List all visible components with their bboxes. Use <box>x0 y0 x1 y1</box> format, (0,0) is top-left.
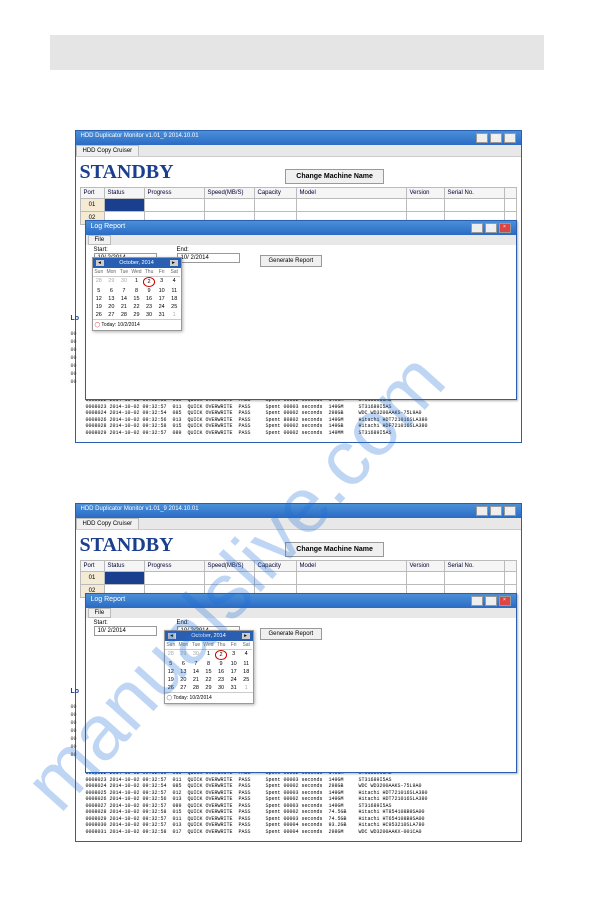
close-icon[interactable]: × <box>499 596 511 606</box>
standby-status: STANDBY <box>80 161 174 184</box>
col-model: Model <box>296 188 406 199</box>
minimize-icon[interactable]: - <box>471 596 483 606</box>
app-title-bar: HDD Duplicator Monitor v1.01_9 2014.10.0… <box>76 131 521 145</box>
maximize-icon[interactable]: □ <box>490 133 502 143</box>
maximize-icon[interactable]: □ <box>485 596 497 606</box>
log-label: Lo <box>71 315 83 322</box>
col-version: Version <box>406 188 444 199</box>
calendar-today[interactable]: Today: 10/2/2014 <box>173 695 211 701</box>
col-progress: Progress <box>144 188 204 199</box>
minimize-icon[interactable]: - <box>476 506 488 516</box>
close-icon[interactable]: × <box>499 223 511 233</box>
chevron-left-icon[interactable]: ◂ <box>96 260 104 266</box>
tab-hdd-copy[interactable]: HDD Copy Cruiser <box>76 518 140 529</box>
minimize-icon[interactable]: - <box>476 133 488 143</box>
minimize-icon[interactable]: - <box>471 223 483 233</box>
col-serial: Serial No. <box>444 188 504 199</box>
app-title-bar: HDD Duplicator Monitor v1.01_9 2014.10.0… <box>76 504 521 518</box>
calendar-popup-start[interactable]: ◂ October, 2014 ▸ SunMonTueWedThuFriSat … <box>92 257 182 331</box>
chevron-right-icon[interactable]: ▸ <box>170 260 178 266</box>
file-tab[interactable]: File <box>88 608 112 618</box>
log-report-title: Log Report <box>91 596 126 606</box>
file-tab[interactable]: File <box>88 235 112 245</box>
end-date-input[interactable]: 10/ 2/2014 <box>177 253 240 263</box>
close-icon[interactable]: × <box>504 506 516 516</box>
document-header <box>50 35 544 70</box>
change-machine-button[interactable]: Change Machine Name <box>285 169 384 184</box>
screenshot-1: HDD Duplicator Monitor v1.01_9 2014.10.0… <box>75 130 520 443</box>
screenshot-2: HDD Duplicator Monitor v1.01_9 2014.10.0… <box>75 503 520 842</box>
side-nums: 00000000000000 <box>71 703 77 759</box>
maximize-icon[interactable]: □ <box>485 223 497 233</box>
calendar-today[interactable]: Today: 10/2/2014 <box>101 322 139 328</box>
generate-report-button[interactable]: Generate Report <box>260 255 323 267</box>
table-row: 01 <box>80 572 516 585</box>
app-title: HDD Duplicator Monitor v1.01_9 2014.10.0… <box>81 506 199 516</box>
log-label: Lo <box>71 688 83 695</box>
calendar-month: October, 2014 <box>119 260 154 266</box>
calendar-month: October, 2014 <box>191 633 226 639</box>
log-output: 0008022 2014-10-02 09:32:56 010 QUICK OV… <box>80 395 517 438</box>
chevron-right-icon[interactable]: ▸ <box>242 633 250 639</box>
col-status: Status <box>104 188 144 199</box>
col-speed: Speed(MB/S) <box>204 188 254 199</box>
log-report-window: Log Report - □ × File Start: 10/ 2/2014 … <box>85 220 517 400</box>
generate-report-button[interactable]: Generate Report <box>260 628 323 640</box>
change-machine-button[interactable]: Change Machine Name <box>285 542 384 557</box>
log-report-window: Log Report - □ × File Start: 10/ 2/2014 … <box>85 593 517 773</box>
close-icon[interactable]: × <box>504 133 516 143</box>
col-port: Port <box>80 188 104 199</box>
table-row: 01 <box>80 199 516 212</box>
side-nums: 00000000000000 <box>71 330 77 386</box>
standby-status: STANDBY <box>80 534 174 557</box>
app-title: HDD Duplicator Monitor v1.01_9 2014.10.0… <box>81 133 199 143</box>
log-report-title: Log Report <box>91 223 126 233</box>
maximize-icon[interactable]: □ <box>490 506 502 516</box>
log-output: 0008022 2014-10-02 09:32:56 010 QUICK OV… <box>80 768 517 837</box>
start-date-input[interactable]: 10/ 2/2014 <box>94 626 157 636</box>
col-capacity: Capacity <box>254 188 296 199</box>
calendar-popup-end[interactable]: ◂ October, 2014 ▸ SunMonTueWedThuFriSat … <box>164 630 254 704</box>
chevron-left-icon[interactable]: ◂ <box>168 633 176 639</box>
tab-hdd-copy[interactable]: HDD Copy Cruiser <box>76 145 140 156</box>
